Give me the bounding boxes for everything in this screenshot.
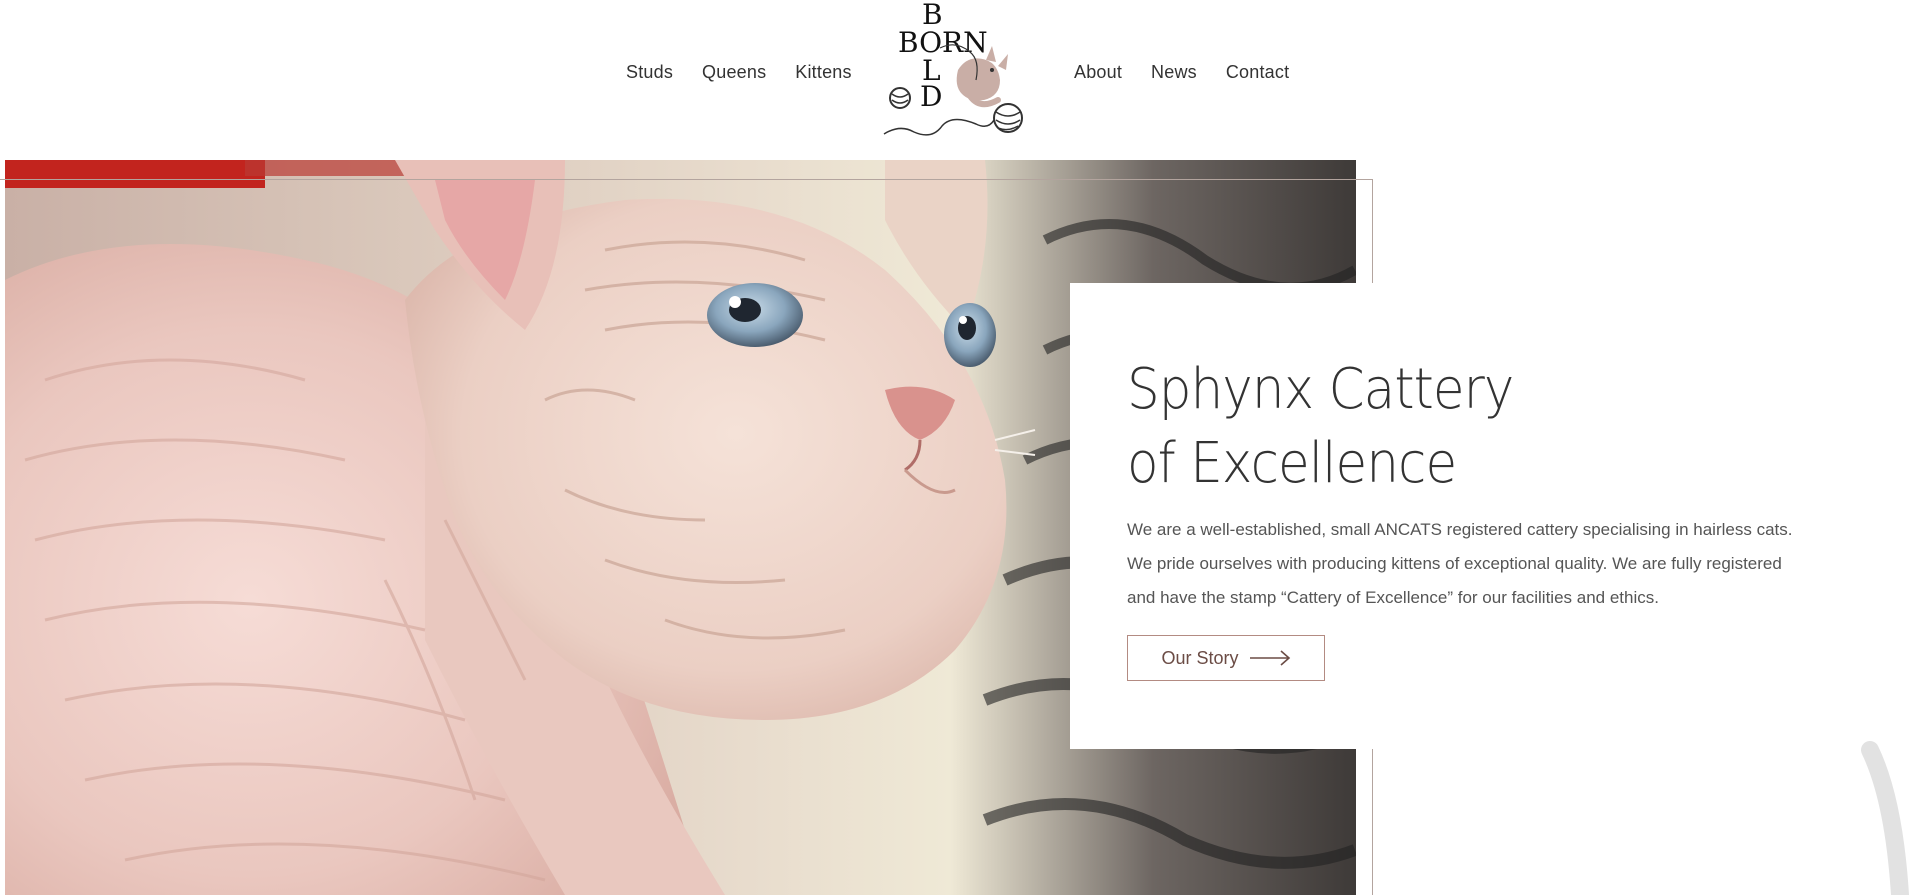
nav-link-studs[interactable]: Studs [626,62,673,83]
page: Studs Queens Kittens B BORN L D About Ne… [0,0,1920,895]
hero-title: Sphynx Cattery of Excellence [1127,353,1514,501]
logo-yarn-ball-small [889,87,911,109]
our-story-label: Our Story [1161,647,1239,668]
nav-link-news[interactable]: News [1151,62,1197,83]
nav-link-kittens[interactable]: Kittens [795,62,851,83]
hero-title-line-1: Sphynx Cattery [1127,357,1514,422]
our-story-button[interactable]: Our Story [1127,635,1325,681]
logo: B BORN L D [883,0,1023,136]
hero-title-line-2: of Excellence [1127,431,1457,496]
nav-link-contact[interactable]: Contact [1226,62,1289,83]
nav-right: About News Contact [1074,62,1289,83]
decorative-curve [1861,741,1909,895]
hero-content-card: Sphynx Cattery of Excellence We are a we… [1070,283,1920,749]
hero-description-line-2: We pride ourselves with producing kitten… [1127,554,1782,573]
nav-link-about[interactable]: About [1074,62,1122,83]
logo-yarn-thread [883,118,995,136]
logo-letter-d: D [920,80,942,113]
hero-description-line-3: and have the stamp “Cattery of Excellenc… [1127,588,1659,607]
logo-letters-born: BORN [898,26,988,59]
nav-left: Studs Queens Kittens [626,62,852,83]
arrow-right-icon [1249,650,1290,666]
hero-description: We are a well-established, small ANCATS … [1127,513,1847,615]
hero-description-line-1: We are a well-established, small ANCATS … [1127,520,1793,539]
nav-link-queens[interactable]: Queens [702,62,766,83]
